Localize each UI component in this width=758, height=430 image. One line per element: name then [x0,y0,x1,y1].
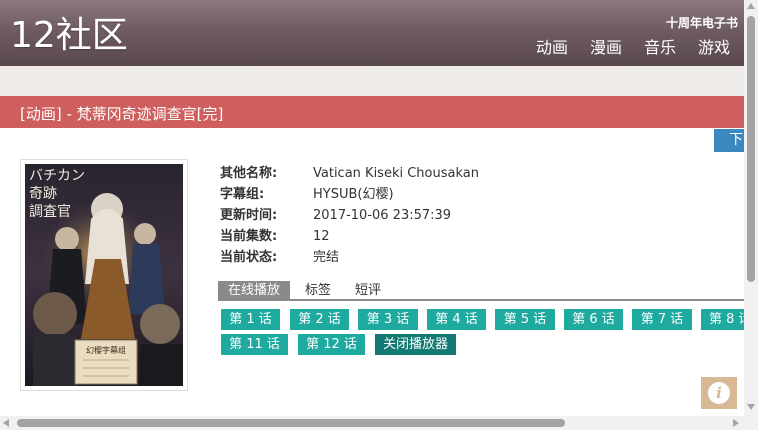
info-row-subgroup: 字幕组: HYSUB(幻樱) [220,184,479,205]
scroll-down-arrow-icon[interactable] [747,404,755,410]
info-value: 完结 [313,250,340,265]
poster: 幻樱字幕组 バチカン 奇跡 調査官 [20,159,188,391]
scroll-left-arrow-icon[interactable] [3,419,9,427]
horizontal-scroll-thumb[interactable] [17,419,565,427]
horizontal-scrollbar[interactable] [0,416,744,430]
info-label: 其他名称: [220,166,278,181]
info-label: 当前集数: [220,229,278,244]
episode-button-6[interactable]: 第 6 话 [564,309,623,330]
info-row-status: 当前状态: 完结 [220,247,479,268]
scrollbar-corner [744,416,758,430]
info-value: 2017-10-06 23:57:39 [313,208,452,223]
tab-reviews[interactable]: 短评 [355,281,381,301]
info-value: 12 [313,229,330,244]
main-nav: 动画 漫画 音乐 游戏 [514,38,730,58]
tab-bar: 在线播放 标签 短评 [218,281,744,301]
episode-button-2[interactable]: 第 2 话 [290,309,349,330]
tab-online-play[interactable]: 在线播放 [218,281,291,301]
site-header: 12社区 十周年电子书 动画 漫画 音乐 游戏 [0,0,744,66]
poster-title-line-3: 調査官 [29,204,71,220]
episode-button-3[interactable]: 第 3 话 [358,309,418,330]
poster-image: 幻樱字幕组 バチカン 奇跡 調査官 [25,164,183,386]
episode-button-1[interactable]: 第 1 话 [221,309,280,330]
title-bar: [动画] - 梵蒂冈奇迹调查官[完] [0,96,744,128]
info-icon: i [708,382,730,404]
promo-link[interactable]: 十周年电子书 [666,14,738,31]
nav-item-manga[interactable]: 漫画 [590,38,622,58]
sub-bar [0,66,744,96]
episode-button-8[interactable]: 第 8 话 [701,309,744,330]
info-value: Vatican Kiseki Chousakan [313,166,479,181]
info-label: 字幕组: [220,187,265,202]
episode-button-5[interactable]: 第 5 话 [495,309,555,330]
nav-item-anime[interactable]: 动画 [536,38,568,58]
info-label: 当前状态: [220,250,278,265]
site-logo[interactable]: 12社区 [10,14,128,58]
info-row-episodes: 当前集数: 12 [220,226,479,247]
episode-button-11[interactable]: 第 11 话 [221,334,288,355]
nav-item-games[interactable]: 游戏 [698,38,730,58]
nav-item-music[interactable]: 音乐 [644,38,676,58]
poster-group-text: 幻樱字幕组 [86,345,126,355]
info-row-alt-name: 其他名称: Vatican Kiseki Chousakan [220,163,479,184]
info-row-updated: 更新时间: 2017-10-06 23:57:39 [220,205,479,226]
vertical-scrollbar[interactable] [744,0,758,416]
download-button[interactable]: 下 [714,129,744,152]
vertical-scroll-thumb[interactable] [747,16,755,282]
scroll-up-arrow-icon[interactable] [747,3,755,9]
info-label: 更新时间: [220,208,278,223]
info-panel: 其他名称: Vatican Kiseki Chousakan 字幕组: HYSU… [220,163,479,268]
episode-button-7[interactable]: 第 7 话 [632,309,692,330]
page-title: [动画] - 梵蒂冈奇迹调查官[完] [20,105,224,123]
close-player-button[interactable]: 关闭播放器 [375,334,456,355]
scroll-right-arrow-icon[interactable] [733,419,739,427]
poster-title-line-1: バチカン [29,168,85,184]
poster-title-line-2: 奇跡 [29,185,57,202]
episode-button-4[interactable]: 第 4 话 [427,309,486,330]
episode-button-12[interactable]: 第 12 话 [298,334,365,355]
info-float-button[interactable]: i [701,377,737,409]
info-value: HYSUB(幻樱) [313,187,394,202]
tab-tags[interactable]: 标签 [305,281,331,301]
